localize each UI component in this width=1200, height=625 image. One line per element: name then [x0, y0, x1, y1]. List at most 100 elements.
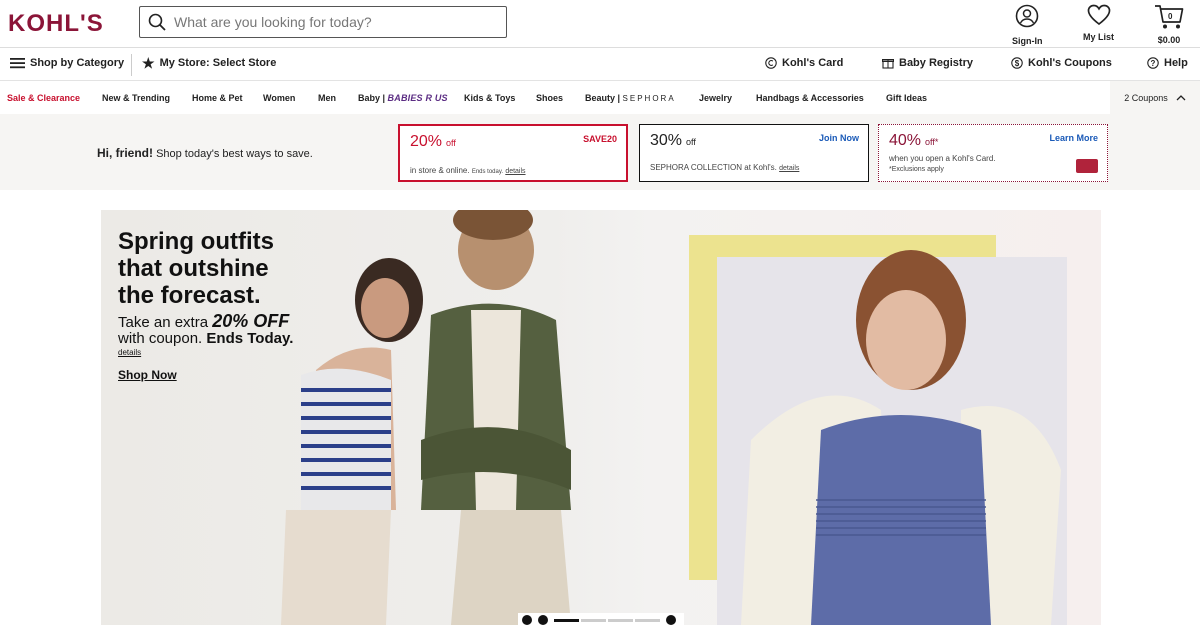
search-bar[interactable]	[139, 6, 507, 38]
dollar-circle-icon: $	[1011, 57, 1023, 69]
category-new-trending[interactable]: New & Trending	[102, 93, 170, 103]
offer-description: when you open a Kohl's Card.	[889, 154, 996, 163]
kohls-coupons-label: Kohl's Coupons	[1028, 57, 1112, 69]
category-home-pet[interactable]: Home & Pet	[192, 93, 243, 103]
join-now-link[interactable]: Join Now	[819, 133, 859, 143]
offer-off-label: off	[446, 138, 456, 148]
utility-nav: Shop by Category ★ My Store: Select Stor…	[0, 49, 1200, 81]
offer-card-30-off[interactable]: 30% off Join Now SEPHORA COLLECTION at Ko…	[639, 124, 869, 182]
greeting: Hi, friend! Shop today's best ways to sa…	[97, 146, 313, 160]
category-men[interactable]: Men	[318, 93, 336, 103]
hero-details-link[interactable]: details	[118, 348, 141, 357]
category-handbags-accessories[interactable]: Handbags & Accessories	[756, 93, 864, 103]
offer-details-link[interactable]: details	[779, 165, 799, 172]
hero-title-line: that outshine	[118, 255, 269, 282]
baby-registry-link[interactable]: Baby Registry	[882, 57, 973, 69]
category-women[interactable]: Women	[263, 93, 295, 103]
category-beauty[interactable]: Beauty | SEPHORA	[585, 93, 676, 103]
chevron-left-icon[interactable]	[538, 615, 548, 625]
offer-fine-print: *Exclusions apply	[889, 166, 944, 173]
category-baby[interactable]: Baby | BABIES R US	[358, 93, 448, 103]
baby-label: Baby	[358, 93, 381, 103]
offer-card-40-off[interactable]: 40% off* Learn More when you open a Kohl'…	[878, 124, 1108, 182]
offer-description: SEPHORA COLLECTION at Kohl's. details	[650, 163, 799, 172]
offer-description: in store & online. Ends today. details	[410, 166, 526, 175]
my-store-button[interactable]: ★ My Store: Select Store	[142, 54, 277, 71]
cart-button[interactable]: 0 $0.00	[1154, 4, 1184, 45]
shop-by-category-label: Shop by Category	[30, 57, 125, 69]
hero-banner[interactable]: Spring outfits that outshine the forecas…	[101, 210, 1101, 625]
greeting-bold: Hi, friend!	[97, 146, 153, 160]
gift-icon	[882, 59, 894, 69]
offer-card-20-off[interactable]: 20% off SAVE20 in store & online. Ends to…	[398, 124, 628, 182]
offer-percent: 20% off	[410, 133, 456, 151]
category-nav: Sale & Clearance New & Trending Home & P…	[0, 81, 1200, 114]
category-gift-ideas[interactable]: Gift Ideas	[886, 93, 927, 103]
my-list-label: My List	[1083, 32, 1115, 42]
svg-text:$: $	[1015, 59, 1020, 68]
offer-percent: 30% off	[650, 132, 696, 150]
signin-label: Sign-In	[1012, 36, 1043, 46]
offer-off-label: off*	[925, 137, 939, 147]
heart-icon	[1087, 4, 1110, 26]
offer-desc-text: in store & online.	[410, 166, 470, 175]
kohls-card-link[interactable]: Kohl's Card	[765, 57, 843, 69]
carousel-indicator[interactable]	[635, 618, 660, 622]
coupons-toggle[interactable]: 2 Coupons	[1110, 81, 1200, 114]
baby-registry-label: Baby Registry	[899, 57, 973, 69]
help-icon: ?	[1147, 57, 1159, 69]
star-icon: ★	[142, 54, 155, 71]
hamburger-menu-icon	[10, 58, 25, 69]
shop-now-link[interactable]: Shop Now	[118, 368, 177, 382]
beauty-label: Beauty	[585, 93, 616, 103]
help-label: Help	[1164, 57, 1188, 69]
hero-discount: 20% OFF	[212, 311, 290, 331]
signin-button[interactable]: Sign-In	[1012, 4, 1043, 46]
category-jewelry[interactable]: Jewelry	[699, 93, 732, 103]
help-link[interactable]: ? Help	[1147, 57, 1188, 69]
chevron-right-icon[interactable]	[666, 615, 676, 625]
user-icon	[1015, 4, 1039, 28]
hero-title-line: the forecast.	[118, 282, 261, 309]
hero-subtitle: Take an extra 20% OFF with coupon. Ends …	[118, 311, 294, 347]
category-shoes[interactable]: Shoes	[536, 93, 563, 103]
my-store-label: My Store: Select Store	[159, 57, 277, 69]
kohls-card-icon	[765, 57, 777, 69]
shop-by-category-button[interactable]: Shop by Category	[10, 57, 124, 69]
greeting-text: Shop today's best ways to save.	[156, 148, 313, 160]
category-sale-clearance[interactable]: Sale & Clearance	[7, 93, 80, 103]
divider	[131, 54, 132, 76]
coupons-count-label: 2 Coupons	[1124, 92, 1168, 103]
hero-sub-text: Take an extra	[118, 314, 209, 331]
offer-desc-text: SEPHORA COLLECTION at Kohl's.	[650, 163, 777, 172]
site-header: KOHL'S Sign-In My List 0 $0.00	[0, 0, 1200, 48]
hero-ends-today: Ends Today.	[206, 330, 294, 347]
kohls-card-label: Kohl's Card	[782, 57, 844, 69]
kohls-logo[interactable]: KOHL'S	[8, 10, 104, 38]
cart-total: $0.00	[1157, 35, 1181, 45]
offer-percent-value: 40%	[889, 132, 922, 149]
cart-count: 0	[1168, 12, 1173, 21]
hero-title-line: Spring outfits	[118, 228, 274, 255]
offer-ends-text: Ends today.	[471, 169, 504, 175]
offer-off-label: off	[686, 137, 696, 147]
babiesrus-logo: BABIES R US	[387, 93, 448, 103]
chevron-up-icon	[1176, 95, 1186, 101]
kohls-card-image	[1076, 159, 1098, 173]
offer-code: SAVE20	[583, 134, 617, 144]
carousel-indicator[interactable]	[608, 618, 633, 622]
pause-icon[interactable]	[522, 615, 532, 625]
carousel-indicator[interactable]	[554, 618, 579, 622]
my-list-button[interactable]: My List	[1083, 4, 1114, 42]
hero-sub-text: with coupon.	[118, 330, 203, 347]
carousel-progress	[554, 618, 660, 622]
offer-percent-value: 30%	[650, 132, 683, 149]
search-input[interactable]	[174, 14, 494, 30]
learn-more-link[interactable]: Learn More	[1049, 133, 1098, 143]
kohls-coupons-link[interactable]: $ Kohl's Coupons	[1011, 57, 1112, 69]
offer-percent: 40% off*	[889, 132, 938, 150]
carousel-indicator[interactable]	[581, 618, 606, 622]
category-kids-toys[interactable]: Kids & Toys	[464, 93, 515, 103]
offer-details-link[interactable]: details	[505, 168, 525, 175]
sephora-logo: SEPHORA	[622, 94, 676, 103]
